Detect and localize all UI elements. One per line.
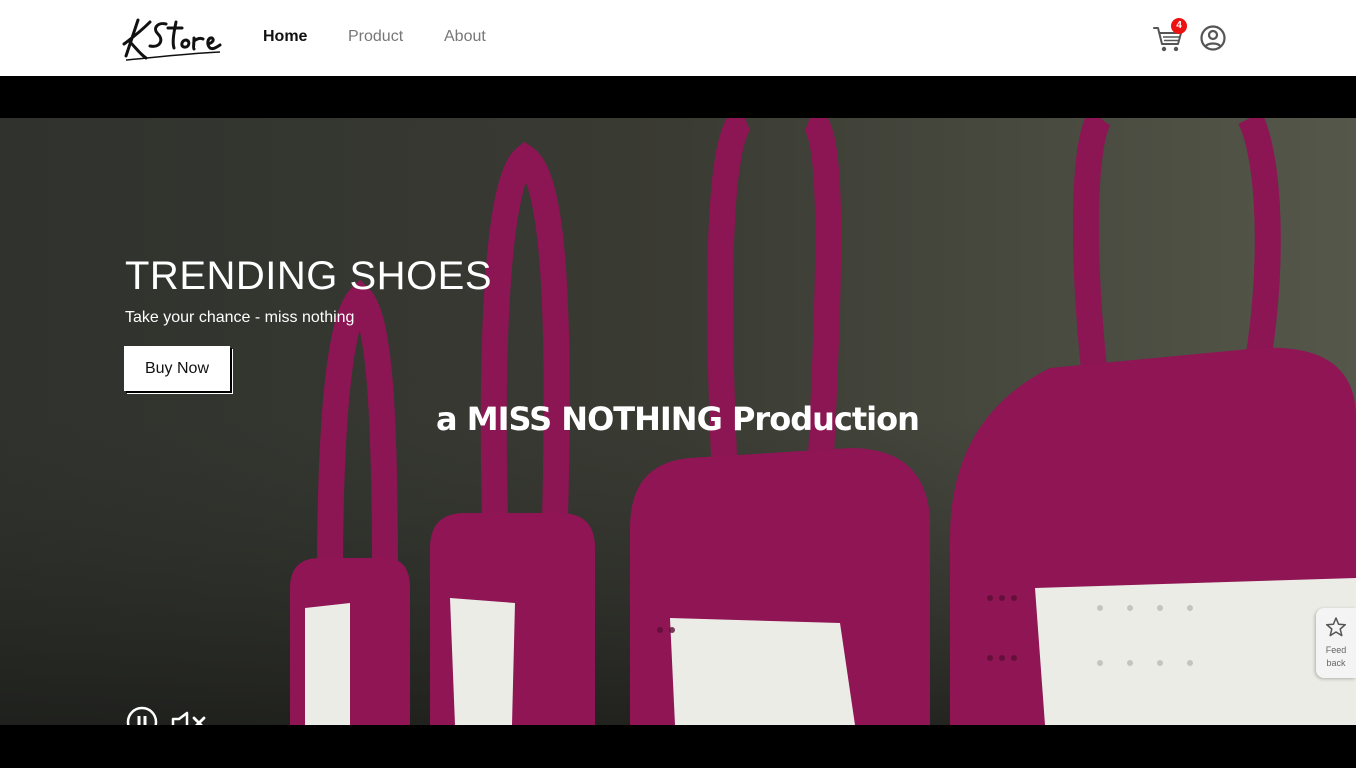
kstore-logo[interactable] xyxy=(120,14,224,64)
mute-icon xyxy=(171,711,206,725)
user-circle-icon xyxy=(1200,25,1226,51)
cart-count-badge: 4 xyxy=(1171,18,1187,34)
hero-video: TRENDING SHOES Take your chance - miss n… xyxy=(0,118,1356,725)
site-header: Home Product About 4 xyxy=(0,0,1356,76)
nav-home[interactable]: Home xyxy=(263,28,307,46)
video-caption: a MISS NOTHING Production xyxy=(436,400,920,438)
pause-button[interactable] xyxy=(126,706,158,725)
buy-now-button[interactable]: Buy Now xyxy=(124,346,230,391)
hero-title: TRENDING SHOES xyxy=(125,254,493,298)
feedback-label: Feed back xyxy=(1325,645,1347,668)
mute-button[interactable] xyxy=(170,709,208,725)
kstore-logo-graphic xyxy=(122,18,222,61)
feedback-tab[interactable]: Feed back xyxy=(1316,608,1356,678)
star-icon xyxy=(1325,617,1347,637)
hero-subtitle: Take your chance - miss nothing xyxy=(125,309,355,326)
cart-button[interactable]: 4 xyxy=(1152,18,1187,54)
nav-about[interactable]: About xyxy=(444,28,486,46)
nav-product[interactable]: Product xyxy=(348,28,403,46)
account-button[interactable] xyxy=(1199,24,1227,52)
pause-icon xyxy=(126,706,158,725)
